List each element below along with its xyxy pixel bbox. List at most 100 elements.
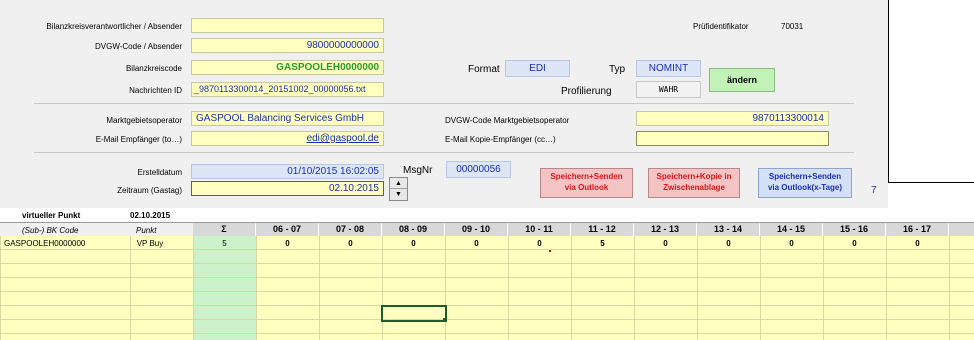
spinner-up-icon[interactable]: ▲ [390, 178, 407, 189]
nachrichten-id-label: Nachrichten ID [129, 86, 182, 95]
grid-column-line [319, 236, 320, 340]
dvgw-code-field[interactable]: 9800000000000 [191, 38, 384, 53]
grid-column-line [508, 236, 509, 340]
button-line-1: Speichern+Senden [550, 172, 623, 181]
typ-value: NOMINT [636, 60, 701, 77]
msgnr-value: 00000056 [446, 161, 511, 178]
selected-cell[interactable] [381, 305, 447, 322]
grid-body [0, 236, 974, 340]
spinner-down-icon[interactable]: ▼ [390, 189, 407, 200]
zeitraum-label: Zeitraum (Gastag) [117, 186, 182, 195]
row-1-hour-value[interactable]: 0 [697, 239, 760, 248]
row-1-hour-value[interactable]: 0 [445, 239, 508, 248]
grid-row-line [0, 319, 974, 320]
nachrichten-id-field[interactable]: _9870113300014_20151002_00000056.txt [191, 82, 384, 97]
email-to-label: E-Mail Empfänger (to…) [95, 135, 182, 144]
email-to-field[interactable]: edi@gaspool.de [191, 131, 384, 146]
virtueller-punkt-label: virtueller Punkt [22, 211, 81, 220]
virtueller-punkt-date: 02.10.2015 [130, 211, 171, 220]
col-hour-header: 14 - 15 [760, 223, 823, 236]
grid-row-line [0, 277, 974, 278]
col-sigma-header: Σ [193, 223, 256, 236]
row-1-hour-value[interactable]: 0 [508, 239, 571, 248]
grid-column-line [382, 236, 383, 340]
zeitraum-field[interactable]: 02.10.2015 [191, 181, 384, 196]
speichern-senden-xtage-button[interactable]: Speichern+Senden via Outlook(x-Tage) [758, 168, 852, 198]
format-value: EDI [505, 60, 570, 77]
aendern-button[interactable]: ändern [709, 68, 775, 92]
sigma-column [193, 236, 256, 340]
button-line-1: Speichern+Kopie in [656, 172, 732, 181]
row-1-sigma: 5 [222, 239, 227, 248]
form-border-bottom-right [888, 182, 974, 183]
button-line-2: via Outlook [564, 183, 609, 192]
row-1-hour-value[interactable]: 0 [823, 239, 886, 248]
col-hour-header: 16 - 17 [886, 223, 949, 236]
row-1-hour-value[interactable]: 0 [634, 239, 697, 248]
row-1-hour-value[interactable]: 5 [571, 239, 634, 248]
msgnr-label: MsgNr [403, 165, 433, 176]
col-hour-header: 11 - 12 [571, 223, 634, 236]
bilanzkreisverantwortlicher-field[interactable] [191, 18, 384, 33]
row-1-hour-value[interactable]: 0 [256, 239, 319, 248]
pruefidentifikator-label: Prüfidentifikator [693, 22, 749, 31]
grid-column-line [886, 236, 887, 340]
col-hour-header: 06 - 07 [256, 223, 319, 236]
format-label: Format [468, 64, 500, 75]
grid-row-line [0, 263, 974, 264]
col-hour-header: 13 - 14 [697, 223, 760, 236]
row-1-bk-code[interactable]: GASPOOLEH0000000 [4, 239, 114, 248]
grid-column-line [571, 236, 572, 340]
erstelldatum-field: 01/10/2015 16:02:05 [191, 164, 384, 179]
col-hour-header: 15 - 16 [823, 223, 886, 236]
bilanzkreiscode-field[interactable]: GASPOOLEH0000000 [191, 60, 384, 75]
button-line-2: via Outlook(x-Tage) [767, 183, 843, 192]
grid-column-line [697, 236, 698, 340]
email-cc-label: E-Mail Kopie-Empfänger (cc…) [445, 135, 556, 144]
row-1-hour-value[interactable]: 0 [382, 239, 445, 248]
col-hour-header: 07 - 08 [319, 223, 382, 236]
grid-column-line [0, 236, 1, 340]
grid-column-line [949, 236, 950, 340]
separator-2 [34, 152, 854, 153]
marktgebietsoperator-field[interactable]: GASPOOL Balancing Services GmbH [191, 111, 384, 126]
form-border-right [888, 0, 889, 182]
grid-column-line [445, 236, 446, 340]
grid-column-line [193, 236, 194, 340]
speichern-kopie-button[interactable]: Speichern+Kopie in Zwischenablage [648, 168, 740, 198]
col-hour-header: 08 - 09 [382, 223, 445, 236]
pruefidentifikator-value: 70031 [781, 22, 804, 31]
zeitraum-spinner[interactable]: ▲ ▼ [389, 177, 408, 201]
button-line-1: Speichern+Senden [768, 172, 842, 181]
bilanzkreisverantwortlicher-label: Bilanzkreisverantwortlicher / Absender [46, 22, 182, 31]
separator-1 [34, 103, 854, 104]
erstelldatum-label: Erstelldatum [137, 168, 182, 177]
grid-column-line [823, 236, 824, 340]
col-bk-code-header: (Sub-) BK Code [22, 226, 79, 235]
button-line-2: Zwischenablage [663, 183, 725, 192]
grid-row-line [0, 249, 974, 250]
form-panel-right-blank [888, 0, 974, 208]
grid-column-line [634, 236, 635, 340]
comment-marker [549, 250, 551, 252]
grid-column-line [130, 236, 131, 340]
profilierung-value: WAHR [636, 81, 701, 98]
typ-label: Typ [609, 64, 626, 75]
row-1-hour-value[interactable]: 0 [760, 239, 823, 248]
grid-row-line [0, 291, 974, 292]
xdays-value: 7 [871, 185, 877, 196]
col-hour-header: 10 - 11 [508, 223, 571, 236]
bilanzkreiscode-label: Bilanzkreiscode [125, 64, 182, 73]
fill-handle[interactable] [443, 318, 447, 322]
dvgw-code-label: DVGW-Code / Absender [94, 42, 182, 51]
speichern-senden-outlook-button[interactable]: Speichern+Senden via Outlook [540, 168, 633, 198]
dvgw-mgo-field[interactable]: 9870113300014 [636, 111, 829, 126]
email-cc-field[interactable] [636, 131, 829, 146]
dvgw-mgo-label: DVGW-Code Marktgebietsoperator [445, 116, 570, 125]
row-1-hour-value[interactable]: 0 [319, 239, 382, 248]
col-hour-header: 12 - 13 [634, 223, 697, 236]
col-punkt-header: Punkt [136, 226, 157, 235]
grid-row-line [0, 333, 974, 334]
row-1-punkt[interactable]: VP Buy [130, 239, 170, 248]
row-1-hour-value[interactable]: 0 [886, 239, 949, 248]
